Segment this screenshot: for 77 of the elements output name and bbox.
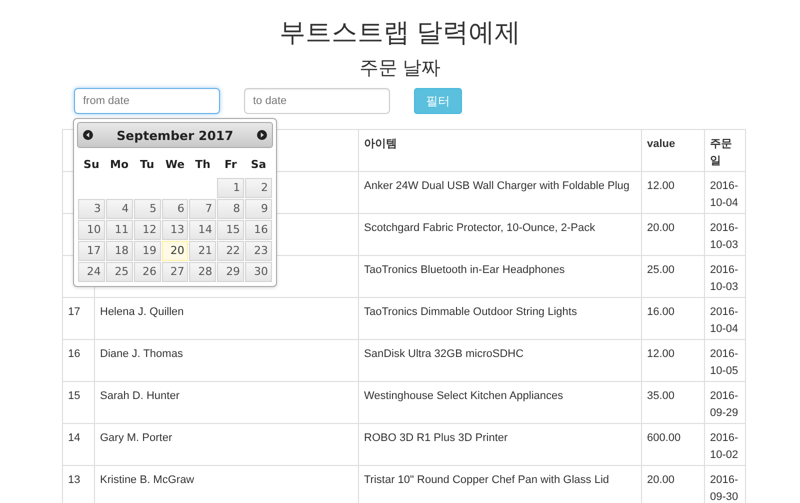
table-cell: 2016-10-02: [704, 424, 746, 466]
table-cell: TaoTronics Dimmable Outdoor String Lights: [358, 298, 642, 340]
table-cell: 15: [62, 382, 94, 424]
day-cell[interactable]: 16: [245, 220, 272, 240]
table-cell: SanDisk Ultra 32GB microSDHC: [358, 340, 642, 382]
weekday-label: We: [164, 156, 186, 172]
table-cell: 600.00: [642, 424, 704, 466]
weekday-label: Tu: [139, 156, 156, 172]
next-month-icon[interactable]: [256, 130, 267, 140]
day-cell[interactable]: 23: [245, 241, 272, 261]
table-cell: Anker 24W Dual USB Wall Charger with Foldable Plug: [358, 172, 642, 214]
column-header: 주문일: [704, 130, 746, 172]
table-cell: Helena J. Quillen: [94, 298, 358, 340]
day-cell[interactable]: 4: [106, 199, 133, 219]
weekday-label: Th: [194, 156, 212, 172]
weekday-label: Mo: [109, 156, 130, 172]
table-cell: 2016-10-03: [704, 214, 746, 256]
day-cell[interactable]: 30: [245, 262, 272, 282]
table-cell: 2016-09-29: [704, 382, 746, 424]
table-cell: Westinghouse Select Kitchen Appliances: [358, 382, 642, 424]
day-cell[interactable]: 18: [106, 241, 133, 261]
day-cell[interactable]: 12: [134, 220, 161, 240]
from-date-field[interactable]: from date: [74, 88, 220, 114]
table-cell: Sarah D. Hunter: [94, 382, 358, 424]
weekday-label: Fr: [224, 156, 238, 172]
day-cell[interactable]: 17: [78, 241, 105, 261]
table-cell: 16.00: [642, 298, 704, 340]
column-header: 아이템: [358, 130, 642, 172]
day-cell[interactable]: 24: [78, 262, 105, 282]
day-cell[interactable]: 6: [162, 199, 188, 219]
table-cell: 20.00: [642, 214, 704, 256]
section-heading: 주문 날짜: [358, 57, 442, 81]
table-cell: Diane J. Thomas: [94, 340, 358, 382]
table-cell: 17: [62, 298, 94, 340]
day-cell[interactable]: 14: [189, 220, 216, 240]
table-cell: 2016-10-04: [704, 172, 746, 214]
day-cell[interactable]: 26: [134, 262, 161, 282]
table-cell: 12.00: [642, 340, 704, 382]
table-cell: 25.00: [642, 256, 704, 298]
table-cell: 16: [62, 340, 94, 382]
day-cell[interactable]: 2: [245, 178, 272, 198]
day-cell[interactable]: 11: [106, 220, 133, 240]
day-cell[interactable]: 1: [217, 178, 244, 198]
day-cell[interactable]: 25: [106, 262, 133, 282]
day-cell[interactable]: 21: [189, 241, 216, 261]
day-cell[interactable]: 3: [78, 199, 105, 219]
day-cell[interactable]: 27: [162, 262, 188, 282]
column-header: value: [642, 130, 704, 172]
table-cell: 35.00: [642, 382, 704, 424]
to-date-field[interactable]: to date: [244, 88, 390, 114]
table-cell: 14: [62, 424, 94, 466]
table-cell: 2016-10-05: [704, 340, 746, 382]
month-title: September 2017: [116, 128, 234, 142]
previous-month-icon[interactable]: [83, 130, 93, 140]
day-cell[interactable]: 22: [217, 241, 244, 261]
day-cell[interactable]: 5: [134, 199, 161, 219]
day-cell[interactable]: 28: [189, 262, 216, 282]
table-cell: 2016-10-04: [704, 298, 746, 340]
table-cell: 2016-10-03: [704, 256, 746, 298]
day-cell[interactable]: 29: [217, 262, 244, 282]
weekday-label: Su: [82, 156, 100, 172]
day-cell[interactable]: 10: [78, 220, 105, 240]
day-cell[interactable]: 9: [245, 199, 272, 219]
table-cell: 13: [62, 466, 94, 503]
day-cell[interactable]: 19: [134, 241, 161, 261]
day-cell[interactable]: 8: [217, 199, 244, 219]
day-cell[interactable]: 15: [217, 220, 244, 240]
day-cell[interactable]: 7: [189, 199, 216, 219]
table-cell: Scotchgard Fabric Protector, 10-Ounce, 2-Pack: [358, 214, 642, 256]
weekday-label: Sa: [250, 156, 268, 172]
table-cell: Gary M. Porter: [94, 424, 358, 466]
table-cell: 12.00: [642, 172, 704, 214]
day-cell[interactable]: 20: [162, 241, 188, 261]
day-cell[interactable]: 13: [162, 220, 188, 240]
page-title: 부트스트랩 달력예제: [278, 16, 522, 49]
table-cell: ROBO 3D R1 Plus 3D Printer: [358, 424, 642, 466]
table-cell: TaoTronics Bluetooth in-Ear Headphones: [358, 256, 642, 298]
